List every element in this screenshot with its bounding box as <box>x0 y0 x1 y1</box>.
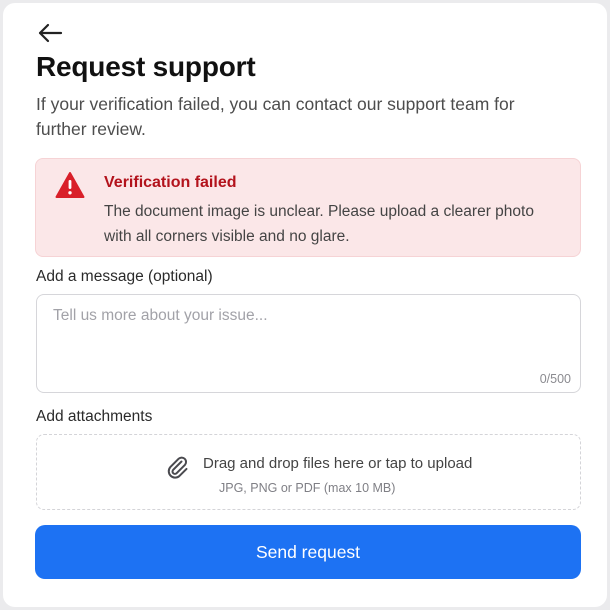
dropzone-prompt: Drag and drop files here or tap to uploa… <box>203 455 473 472</box>
warning-triangle-icon <box>55 172 85 198</box>
page-title: Request support <box>36 51 256 82</box>
attachments-label: Add attachments <box>36 408 153 425</box>
support-request-card: Request support If your verification fai… <box>3 3 607 607</box>
verification-error-alert: Verification failed The document image i… <box>35 158 581 257</box>
send-request-button[interactable]: Send request <box>35 525 581 579</box>
attachment-dropzone[interactable]: Drag and drop files here or tap to uploa… <box>36 434 581 510</box>
message-field: 0/500 <box>36 294 581 393</box>
back-button[interactable] <box>37 19 69 47</box>
alert-title: Verification failed <box>104 174 237 191</box>
character-counter: 0/500 <box>539 372 571 386</box>
message-label: Add a message (optional) <box>36 268 213 285</box>
paperclip-icon <box>167 456 188 479</box>
arrow-left-icon <box>38 23 63 43</box>
alert-message: The document image is unclear. Please up… <box>104 203 534 245</box>
dropzone-hint: JPG, PNG or PDF (max 10 MB) <box>219 481 396 495</box>
page-subtitle: If your verification failed, you can con… <box>36 94 515 139</box>
message-input[interactable] <box>37 295 580 392</box>
